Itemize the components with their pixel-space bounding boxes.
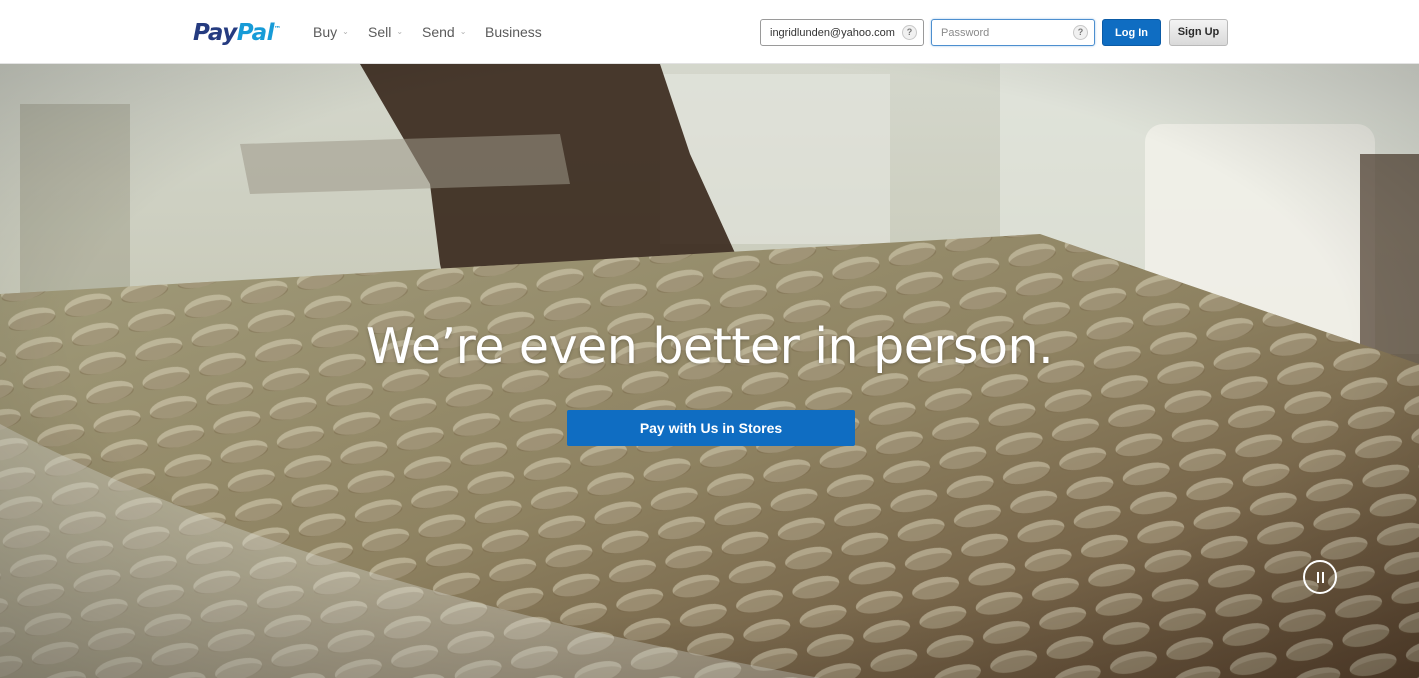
chevron-down-icon: ⌄ — [459, 27, 467, 37]
nav-item-send[interactable]: Send ⌄ — [422, 22, 466, 42]
log-in-button[interactable]: Log In — [1102, 19, 1161, 46]
chevron-down-icon: ⌄ — [342, 27, 349, 37]
nav-item-business[interactable]: Business — [485, 22, 542, 42]
password-help-icon[interactable]: ? — [1073, 25, 1088, 40]
nav-label-buy: Buy — [313, 24, 338, 40]
password-field-wrapper: ? — [931, 19, 1095, 46]
top-header: PayPal™ Buy ⌄ Sell ⌄ Send ⌄ Business ? ? Lo… — [0, 0, 1419, 64]
pause-icon — [1322, 572, 1324, 583]
pause-icon — [1317, 572, 1319, 583]
hero-section: We’re even better in person. Pay with Us… — [0, 64, 1419, 678]
nav-label-business: Business — [485, 24, 542, 40]
pay-in-stores-button[interactable]: Pay with Us in Stores — [567, 410, 855, 446]
paypal-logo[interactable]: PayPal™ — [193, 16, 281, 50]
logo-trademark: ™ — [274, 25, 281, 33]
email-field[interactable] — [761, 20, 923, 45]
email-help-icon[interactable]: ? — [902, 25, 917, 40]
sign-up-button[interactable]: Sign Up — [1169, 19, 1228, 46]
pause-video-button[interactable] — [1303, 560, 1337, 594]
nav-item-sell[interactable]: Sell ⌄ — [368, 22, 403, 42]
chevron-down-icon: ⌄ — [396, 27, 404, 37]
nav-label-sell: Sell — [368, 24, 392, 40]
logo-text-pal: Pal — [236, 20, 275, 46]
password-field[interactable] — [932, 20, 1094, 45]
nav-item-buy[interactable]: Buy ⌄ — [313, 22, 349, 42]
hero-headline: We’re even better in person. — [365, 318, 1054, 375]
nav-label-send: Send — [422, 24, 455, 40]
logo-text-pay: Pay — [193, 20, 237, 46]
email-field-wrapper: ? — [760, 19, 924, 46]
